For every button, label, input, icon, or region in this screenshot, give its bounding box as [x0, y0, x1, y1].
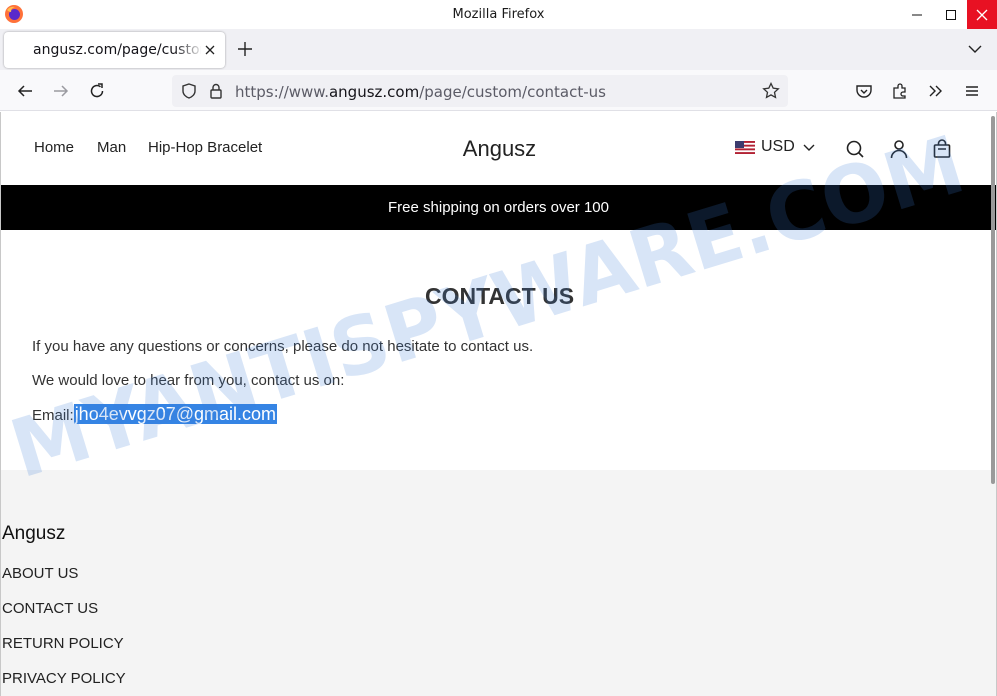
- url-path: /page/custom/contact-us: [419, 83, 606, 101]
- footer-link-return-policy[interactable]: RETURN POLICY: [2, 635, 124, 652]
- extensions-icon[interactable]: [891, 82, 909, 100]
- window-title: Mozilla Firefox: [452, 7, 545, 22]
- email-label: Email:: [32, 407, 74, 424]
- shopping-bag-icon[interactable]: [932, 139, 952, 159]
- site-footer: Angusz ABOUT US CONTACT US RETURN POLICY…: [1, 470, 996, 696]
- maximize-button[interactable]: [936, 0, 966, 29]
- maximize-icon: [946, 9, 956, 20]
- account-icon[interactable]: [889, 139, 909, 159]
- bookmark-star-icon[interactable]: [762, 82, 780, 100]
- contact-paragraph-2: We would love to hear from you, contact …: [32, 372, 345, 389]
- announcement-banner: Free shipping on orders over 100: [1, 185, 996, 230]
- forward-icon[interactable]: [52, 82, 70, 100]
- window-titlebar: Mozilla Firefox: [0, 0, 997, 29]
- footer-link-privacy-policy[interactable]: PRIVACY POLICY: [2, 670, 126, 687]
- tab-label-fade: [174, 38, 204, 62]
- url-host: angusz.com: [328, 83, 420, 101]
- tab-active[interactable]: angusz.com/page/custom/contact-us: [4, 32, 225, 68]
- currency-selector[interactable]: USD: [761, 138, 795, 156]
- site-header: Home Man Hip-Hop Bracelet Angusz USD: [1, 112, 996, 185]
- contact-content: CONTACT US If you have any questions or …: [1, 230, 996, 470]
- tab-close-icon[interactable]: [203, 43, 217, 57]
- url-text[interactable]: https://www.angusz.com/page/custom/conta…: [235, 83, 606, 101]
- menu-hamburger-icon[interactable]: [963, 82, 981, 100]
- navigation-toolbar: https://www.angusz.com/page/custom/conta…: [0, 70, 997, 111]
- url-bar[interactable]: https://www.angusz.com/page/custom/conta…: [172, 75, 788, 107]
- search-icon[interactable]: [845, 139, 865, 159]
- close-window-button[interactable]: [967, 0, 997, 29]
- new-tab-icon[interactable]: [236, 40, 254, 58]
- lock-icon[interactable]: [208, 82, 224, 100]
- email-line: Email:jho4evvgz07@gmail.com: [32, 404, 278, 425]
- footer-link-about-us[interactable]: ABOUT US: [2, 565, 78, 582]
- close-icon: [976, 9, 988, 20]
- tracking-protection-shield-icon[interactable]: [180, 82, 198, 100]
- minimize-button[interactable]: [902, 0, 932, 29]
- footer-link-contact-us[interactable]: CONTACT US: [2, 600, 98, 617]
- minimize-icon: [912, 14, 922, 15]
- page-title: CONTACT US: [424, 283, 575, 309]
- reload-icon[interactable]: [88, 82, 106, 100]
- chevron-down-icon[interactable]: [803, 143, 815, 153]
- us-flag-icon: [735, 141, 755, 154]
- tab-strip: angusz.com/page/custom/contact-us: [0, 29, 997, 70]
- web-page: Home Man Hip-Hop Bracelet Angusz USD Fre…: [0, 112, 997, 696]
- list-all-tabs-icon[interactable]: [967, 41, 983, 57]
- url-prefix: https://www.: [235, 83, 329, 101]
- email-link[interactable]: jho4evvgz07@gmail.com: [73, 404, 278, 424]
- pocket-icon[interactable]: [855, 82, 873, 100]
- contact-paragraph-1: If you have any questions or concerns, p…: [32, 338, 534, 355]
- page-scrollbar[interactable]: [991, 116, 995, 484]
- footer-brand: Angusz: [2, 523, 66, 544]
- more-tools-chevron-icon[interactable]: [927, 82, 945, 100]
- back-icon[interactable]: [16, 82, 34, 100]
